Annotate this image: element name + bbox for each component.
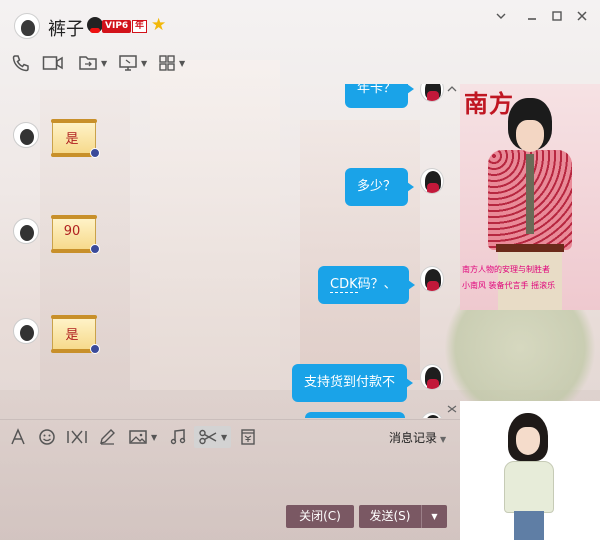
contact-avatar[interactable] [13, 318, 39, 344]
close-icon[interactable] [572, 10, 592, 26]
message-bubble-outgoing[interactable]: 年卡？ [345, 84, 415, 108]
music-icon[interactable] [169, 426, 187, 448]
message-bubble-outgoing[interactable]: CDK码？、 [318, 266, 415, 304]
magazine-title: 南方 [464, 89, 514, 118]
font-icon[interactable] [9, 426, 27, 448]
avatar-figure-face [516, 427, 540, 455]
my-avatar[interactable] [420, 364, 444, 390]
panel-expand-icon[interactable] [446, 404, 458, 417]
title-bar: 裤子 VIP6 年 ★ [0, 0, 600, 46]
minimize-icon[interactable] [522, 10, 542, 26]
avatar-figure-belt [496, 244, 564, 252]
pen-icon[interactable] [98, 426, 116, 448]
red-packet-icon[interactable] [240, 426, 256, 448]
message-bubble-outgoing[interactable]: 多少？ [345, 168, 415, 206]
remote-desktop-icon[interactable]: ▼ [118, 50, 147, 76]
chevron-down-icon[interactable] [491, 10, 511, 26]
my-avatar[interactable] [420, 84, 444, 102]
avatar-figure-tie [526, 154, 534, 234]
year-badge: 年 [132, 20, 148, 33]
contact-avatar[interactable] [14, 13, 40, 39]
message-bubble-incoming[interactable]: 是 [51, 118, 100, 158]
message-bubble-outgoing[interactable]: 支持货到付款不 [292, 364, 414, 402]
video-icon[interactable] [42, 50, 64, 76]
contact-show-panel[interactable]: 南方 南方人物的安理与制胜者 小南风 装备代言手 摇滚乐 [460, 84, 600, 310]
message-list[interactable]: 年卡？ 是 多少？ 90 CDK码？、 是 支持货到付款不 [0, 84, 460, 418]
gif-icon[interactable] [66, 426, 88, 448]
my-avatar[interactable] [420, 168, 444, 194]
message-bubble-incoming[interactable]: 90 [51, 214, 100, 254]
vip-badge[interactable]: VIP6 [102, 20, 132, 33]
my-avatar[interactable] [420, 266, 444, 292]
call-toolbar: ▼ ▼ ▼ [0, 50, 440, 78]
contact-name[interactable]: 裤子 [48, 15, 84, 41]
message-bubble-incoming[interactable]: 是 [51, 314, 100, 354]
image-icon[interactable]: ▼ [128, 426, 157, 448]
message-history-button[interactable]: 消息记录 ▼ [389, 429, 446, 446]
avatar-figure-jeans [514, 511, 544, 540]
close-button[interactable]: 关闭(C) [286, 505, 354, 528]
magazine-caption: 南方人物的安理与制胜者 [462, 265, 550, 274]
magazine-caption: 小南风 装备代言手 摇滚乐 [462, 281, 556, 290]
qq-penguin-icon [87, 17, 103, 33]
send-options-dropdown[interactable]: ▼ [421, 505, 447, 528]
avatar-figure-sweater [504, 461, 554, 513]
message-bubble-outgoing[interactable] [305, 412, 405, 418]
phone-icon[interactable] [11, 50, 31, 76]
scissors-icon[interactable]: ▼ [194, 426, 232, 448]
app-grid-icon[interactable]: ▼ [158, 50, 185, 76]
share-file-icon[interactable]: ▼ [78, 50, 107, 76]
send-button[interactable]: 发送(S) [359, 505, 421, 528]
contact-avatar[interactable] [13, 218, 39, 244]
emoji-icon[interactable] [38, 426, 56, 448]
contact-avatar[interactable] [13, 122, 39, 148]
my-avatar[interactable] [420, 412, 444, 418]
star-icon[interactable]: ★ [151, 16, 166, 34]
my-show-panel[interactable] [460, 401, 600, 540]
avatar-figure-face [516, 120, 544, 152]
panel-collapse-icon[interactable] [446, 84, 458, 97]
maximize-icon[interactable] [547, 10, 567, 26]
